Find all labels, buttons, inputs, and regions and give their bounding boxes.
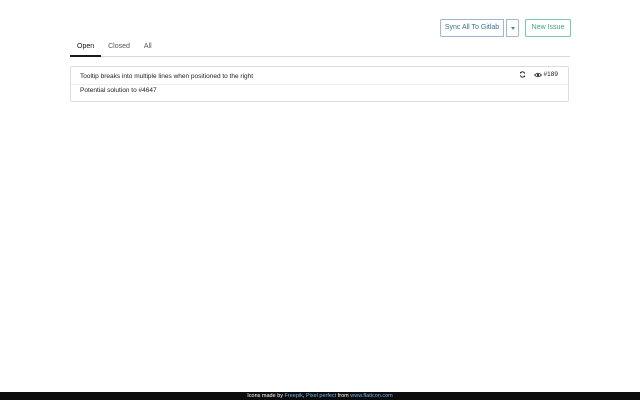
issue-meta: #189: [519, 71, 558, 78]
issue-state-tabs: Open Closed All: [70, 41, 570, 57]
freepik-link[interactable]: Freepik: [285, 393, 303, 399]
footer-prefix: Icons made by: [247, 393, 285, 399]
sync-icon[interactable]: [519, 71, 526, 78]
issues-page: Sync All To Gitlab New Issue Open Closed…: [0, 0, 640, 400]
issue-card-header: Tooltip breaks into multiple lines when …: [71, 67, 568, 85]
issue-title[interactable]: Tooltip breaks into multiple lines when …: [80, 73, 253, 81]
issue-card[interactable]: Tooltip breaks into multiple lines when …: [70, 66, 569, 102]
issue-number: #189: [543, 71, 558, 78]
eye-icon: [533, 72, 542, 78]
attribution-footer: Icons made by Freepik, Pixel perfect fro…: [0, 392, 640, 400]
footer-from: from: [336, 393, 351, 399]
tab-all[interactable]: All: [137, 41, 159, 55]
sync-options-dropdown-button[interactable]: [506, 19, 519, 37]
issue-reference[interactable]: #189: [533, 71, 558, 78]
tab-open[interactable]: Open: [70, 41, 102, 57]
new-issue-button[interactable]: New Issue: [525, 19, 571, 37]
sync-all-to-gitlab-button[interactable]: Sync All To Gitlab: [440, 19, 504, 37]
chevron-down-icon: [510, 26, 515, 30]
issue-description: Potential solution to #4647: [80, 87, 157, 94]
pixel-perfect-link[interactable]: Pixel perfect: [306, 393, 336, 399]
flaticon-link[interactable]: www.flaticon.com: [350, 393, 393, 399]
tab-closed[interactable]: Closed: [101, 41, 137, 55]
issue-actions: Sync All To Gitlab New Issue: [440, 19, 571, 37]
